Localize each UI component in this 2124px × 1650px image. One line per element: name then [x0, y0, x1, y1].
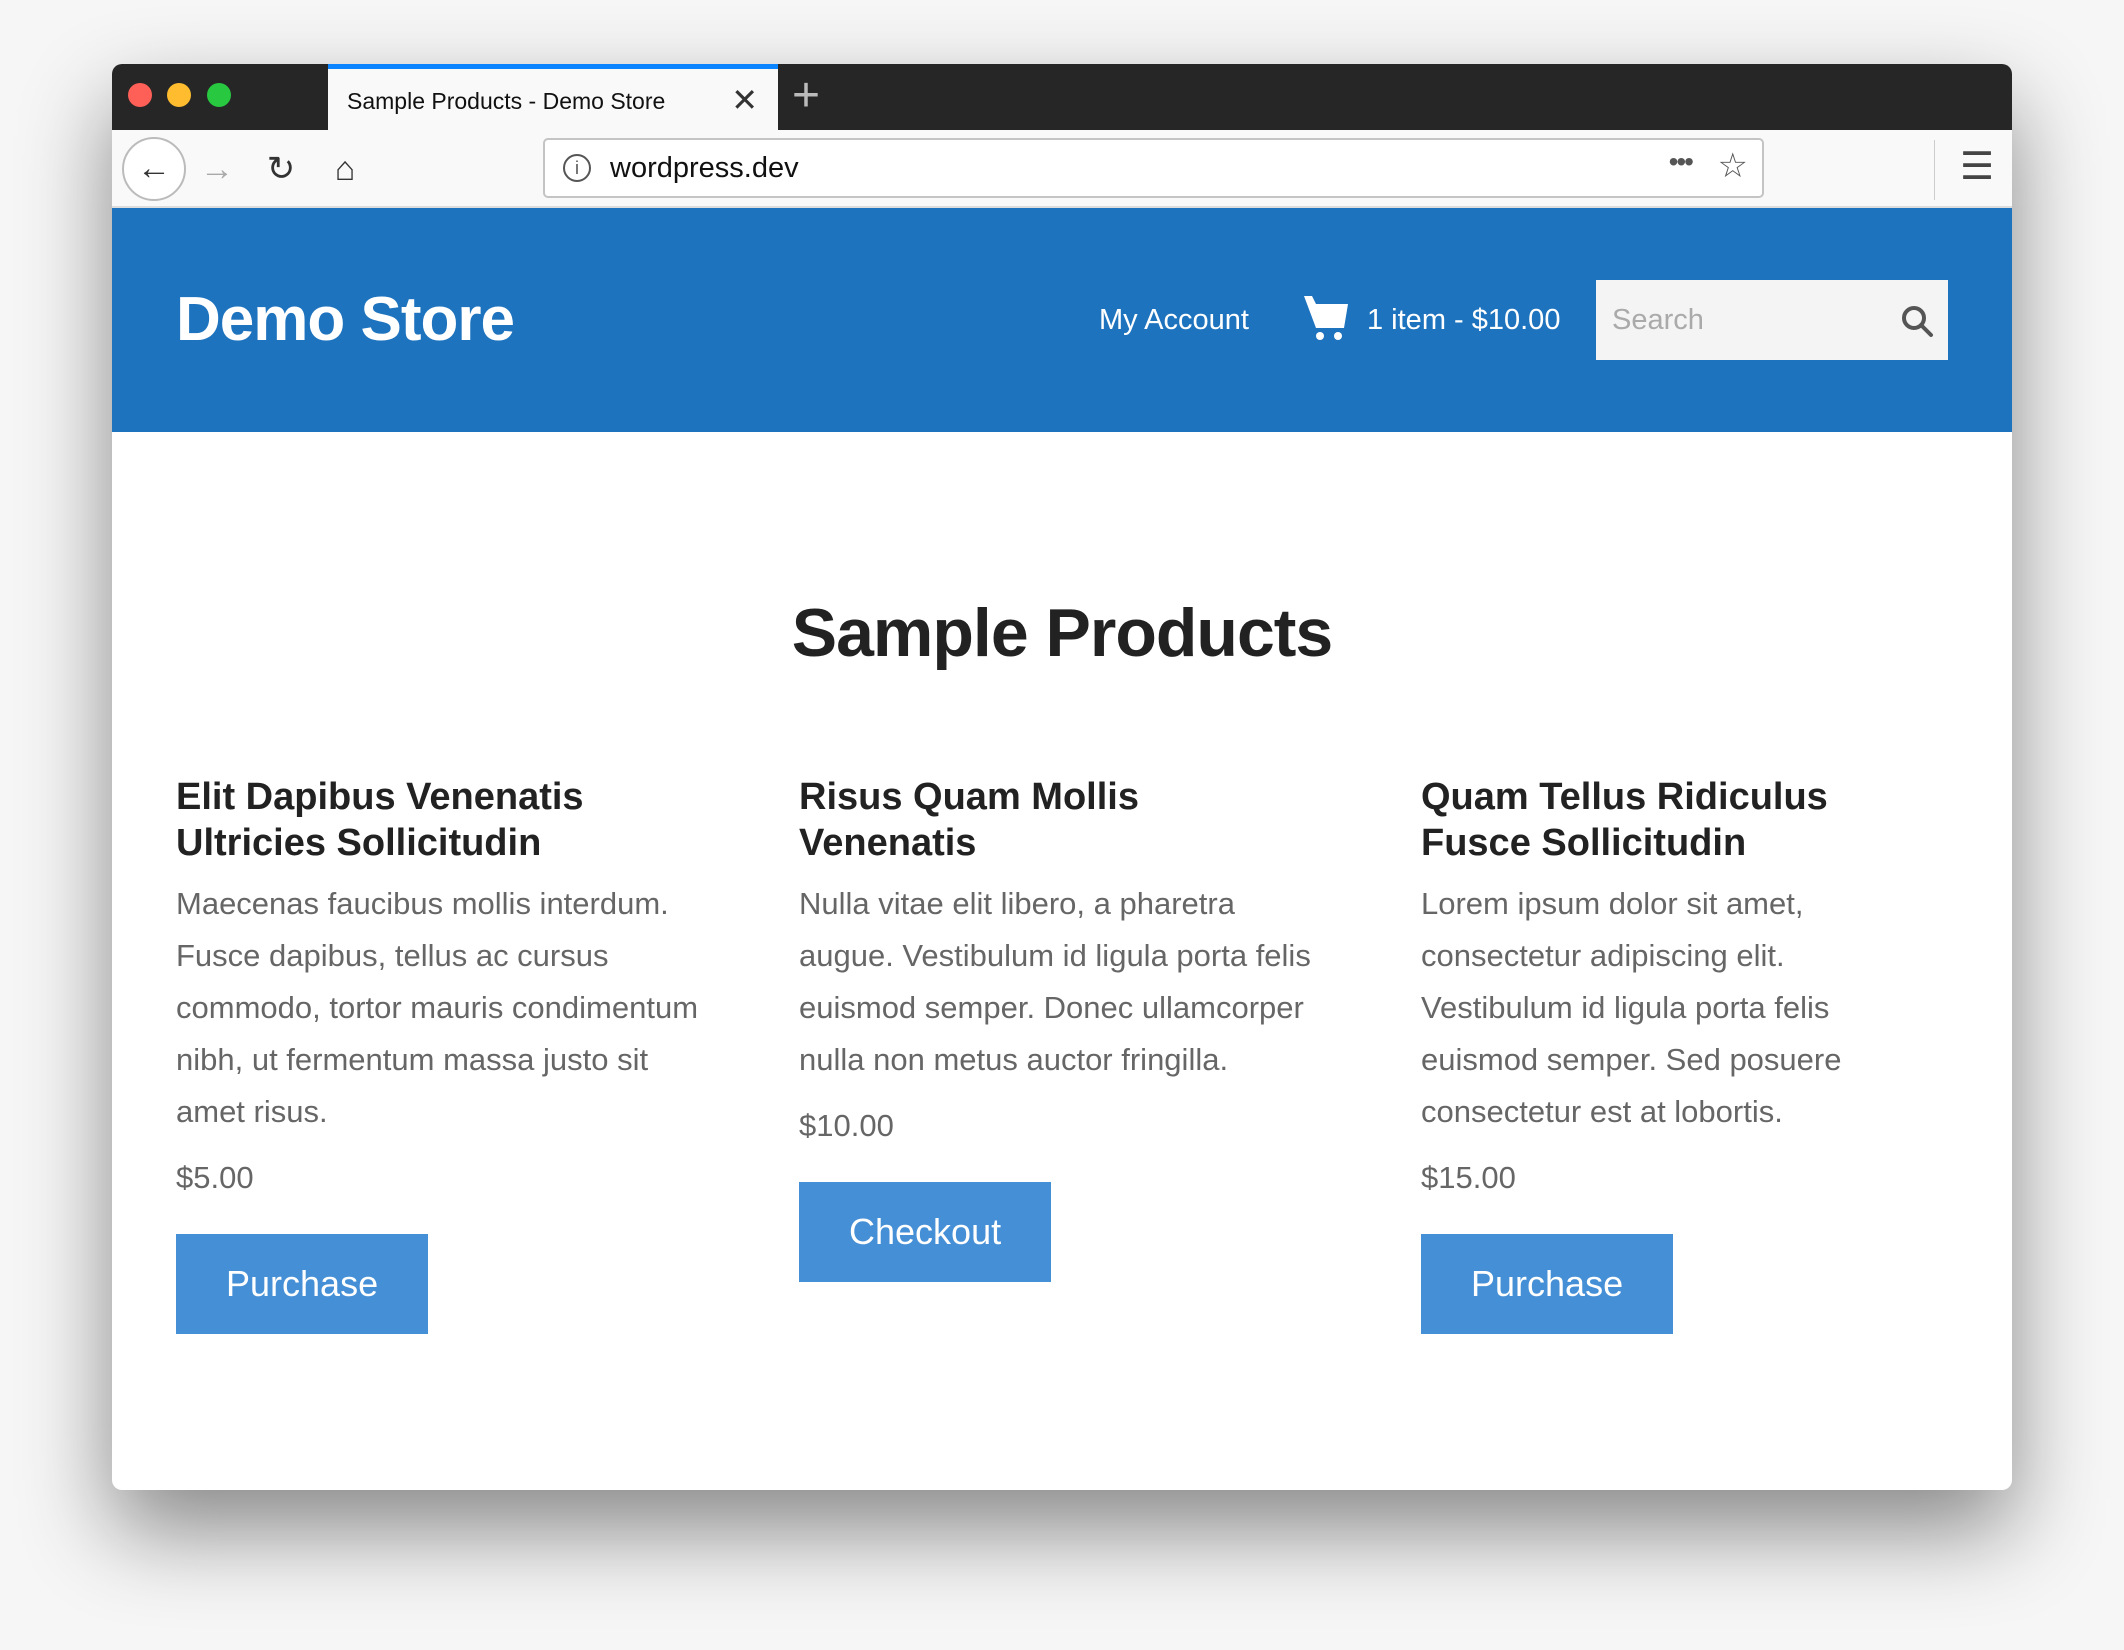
more-icon[interactable]: •••: [1669, 146, 1694, 178]
product-card: Quam Tellus Ridiculus Fusce Sollicitudin…: [1421, 774, 1941, 1334]
title-bar: Sample Products - Demo Store ✕ +: [112, 64, 2012, 130]
product-description: Maecenas faucibus mollis interdum. Fusce…: [176, 886, 699, 1129]
purchase-button[interactable]: Purchase: [1421, 1234, 1674, 1334]
bookmark-star-icon[interactable]: ☆: [1718, 146, 1748, 186]
back-icon[interactable]: ←: [122, 137, 186, 201]
cart-summary-link[interactable]: 1 item - $10.00: [1367, 304, 1560, 337]
checkout-button[interactable]: Checkout: [799, 1182, 1052, 1282]
tab-title: Sample Products - Demo Store: [347, 88, 666, 114]
purchase-button[interactable]: Purchase: [176, 1234, 429, 1334]
minimize-window-button[interactable]: [167, 83, 191, 107]
my-account-link[interactable]: My Account: [1099, 304, 1249, 337]
reload-icon[interactable]: ↻: [258, 146, 304, 192]
product-description: Nulla vitae elit libero, a pharetra augu…: [799, 886, 1311, 1077]
tab-sample-products[interactable]: Sample Products - Demo Store ✕: [328, 64, 778, 130]
product-price: $10.00: [799, 1108, 894, 1143]
hamburger-menu-icon[interactable]: ☰: [1960, 144, 1994, 189]
search-icon[interactable]: [1900, 304, 1934, 338]
product-name: Quam Tellus Ridiculus Fusce Sollicitudin: [1421, 776, 1828, 864]
product-price: $5.00: [176, 1160, 254, 1195]
product-description: Lorem ipsum dolor sit amet, consectetur …: [1421, 886, 1842, 1129]
browser-window: Sample Products - Demo Store ✕ + ← → ↻ ⌂…: [112, 64, 2012, 1490]
close-window-button[interactable]: [128, 83, 152, 107]
url-text[interactable]: wordpress.dev: [610, 152, 799, 185]
address-bar[interactable]: i wordpress.dev ••• ☆: [543, 138, 1764, 198]
home-icon[interactable]: ⌂: [322, 146, 368, 192]
site-title[interactable]: Demo Store: [176, 284, 515, 355]
product-card: Risus Quam Mollis Venenatis Nulla vitae …: [799, 774, 1319, 1282]
product-name: Risus Quam Mollis Venenatis: [799, 776, 1139, 864]
page-title: Sample Products: [791, 595, 1334, 671]
close-tab-icon[interactable]: ✕: [731, 81, 758, 119]
product-price: $15.00: [1421, 1160, 1516, 1195]
product-card: Elit Dapibus Venenatis Ultricies Sollici…: [176, 774, 716, 1334]
browser-toolbar: ← → ↻ ⌂ i wordpress.dev ••• ☆ ☰: [112, 130, 2012, 208]
search-box: [1596, 280, 1948, 360]
maximize-window-button[interactable]: [207, 83, 231, 107]
site-header: Demo Store My Account 1 item - $10.00: [112, 208, 2012, 432]
forward-icon[interactable]: →: [194, 146, 240, 192]
product-name: Elit Dapibus Venenatis Ultricies Sollici…: [176, 776, 584, 864]
search-input[interactable]: [1596, 280, 1948, 360]
info-icon[interactable]: i: [563, 154, 591, 182]
new-tab-icon[interactable]: +: [792, 68, 820, 123]
cart-icon[interactable]: [1302, 292, 1350, 342]
toolbar-divider: [1934, 140, 1935, 200]
